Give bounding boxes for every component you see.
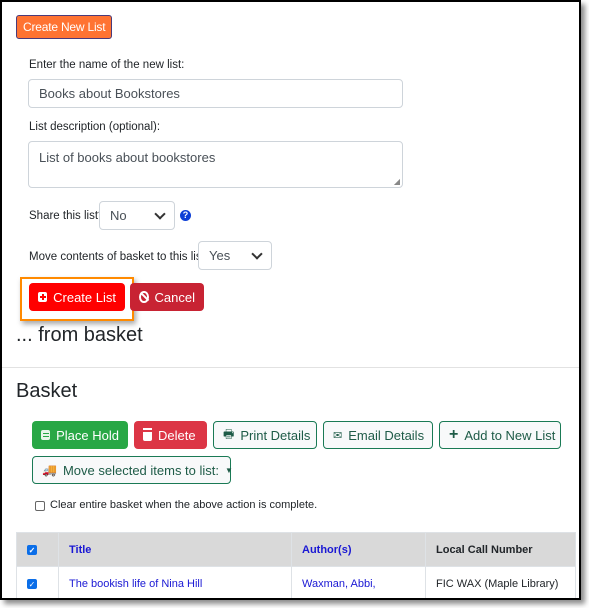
cancel-button[interactable]: Cancel [130,283,204,311]
print-details-label: Print Details [240,427,311,443]
place-hold-button[interactable]: Place Hold [32,421,128,449]
trash-icon [143,429,152,441]
email-details-label: Email Details [348,427,425,443]
move-selected-dropdown[interactable]: 🚚 Move selected items to list: ▼ [32,456,233,484]
clear-basket-checkbox[interactable] [35,501,45,511]
share-list-select[interactable]: No [99,201,175,230]
add-to-new-list-label: Add to New List [464,427,556,443]
email-details-button[interactable]: ✉ Email Details [323,421,433,449]
row-checkbox[interactable]: ✓ [27,578,37,589]
place-hold-label: Place Hold [56,427,119,443]
delete-button[interactable]: Delete [134,421,207,449]
plus-square-icon [38,292,48,302]
caret-down-icon: ▼ [225,465,233,475]
list-description-value: List of books about bookstores [39,150,216,165]
plus-icon: + [449,426,459,443]
row-title-link[interactable]: The bookish life of Nina Hill [58,566,292,598]
chevron-down-icon [154,207,166,220]
delete-label: Delete [158,427,196,443]
create-list-button[interactable]: Create List [29,283,125,311]
chevron-down-icon [251,247,263,260]
table-row: ✓ The bookish life of Nina Hill Waxman, … [16,566,576,598]
envelope-open-icon: ✉ [333,429,343,442]
column-header-title[interactable]: Title [58,532,292,567]
resize-handle-icon[interactable]: ◢ [394,177,400,186]
row-call-number: FIC WAX (Maple Library) [425,566,576,598]
book-icon [41,430,51,440]
clear-basket-label: Clear entire basket when the above actio… [50,499,318,511]
print-icon: 🖶 [223,426,235,441]
select-all-checkbox[interactable]: ✓ [27,544,37,555]
table-header-row: ✓ Title Author(s) Local Call Number [16,532,576,567]
create-new-list-button[interactable]: Create New List [16,15,113,39]
cancel-label: Cancel [154,289,195,305]
from-basket-heading: ... from basket [16,324,143,346]
row-select-cell: ✓ [16,566,59,598]
add-to-new-list-button[interactable]: + Add to New List [439,421,561,449]
print-details-button[interactable]: 🖶 Print Details [213,421,317,449]
list-name-label: Enter the name of the new list: [29,59,185,71]
share-list-label: Share this list? [29,210,105,222]
share-list-value: No [110,208,127,223]
basket-table: ✓ Title Author(s) Local Call Number ✓ Th… [16,532,576,598]
ban-icon [139,291,150,303]
move-contents-value: Yes [209,248,231,263]
move-contents-label: Move contents of basket to this list? [29,251,212,263]
column-header-authors[interactable]: Author(s) [291,532,426,567]
list-description-textarea[interactable]: List of books about bookstores ◢ [28,141,403,188]
divider [2,367,579,368]
move-contents-select[interactable]: Yes [198,241,272,270]
basket-heading: Basket [16,380,78,402]
page-frame: Create New List Enter the name of the ne… [0,0,581,600]
column-header-call-number: Local Call Number [425,532,576,567]
create-list-label: Create List [53,289,116,305]
list-description-label: List description (optional): [29,121,161,133]
row-author-link[interactable]: Waxman, Abbi, [291,566,426,598]
truck-icon: 🚚 [42,463,57,477]
move-selected-label: Move selected items to list: [62,462,220,478]
help-icon[interactable]: ? [180,210,191,221]
select-all-cell: ✓ [16,532,59,567]
list-name-input[interactable] [28,79,403,108]
